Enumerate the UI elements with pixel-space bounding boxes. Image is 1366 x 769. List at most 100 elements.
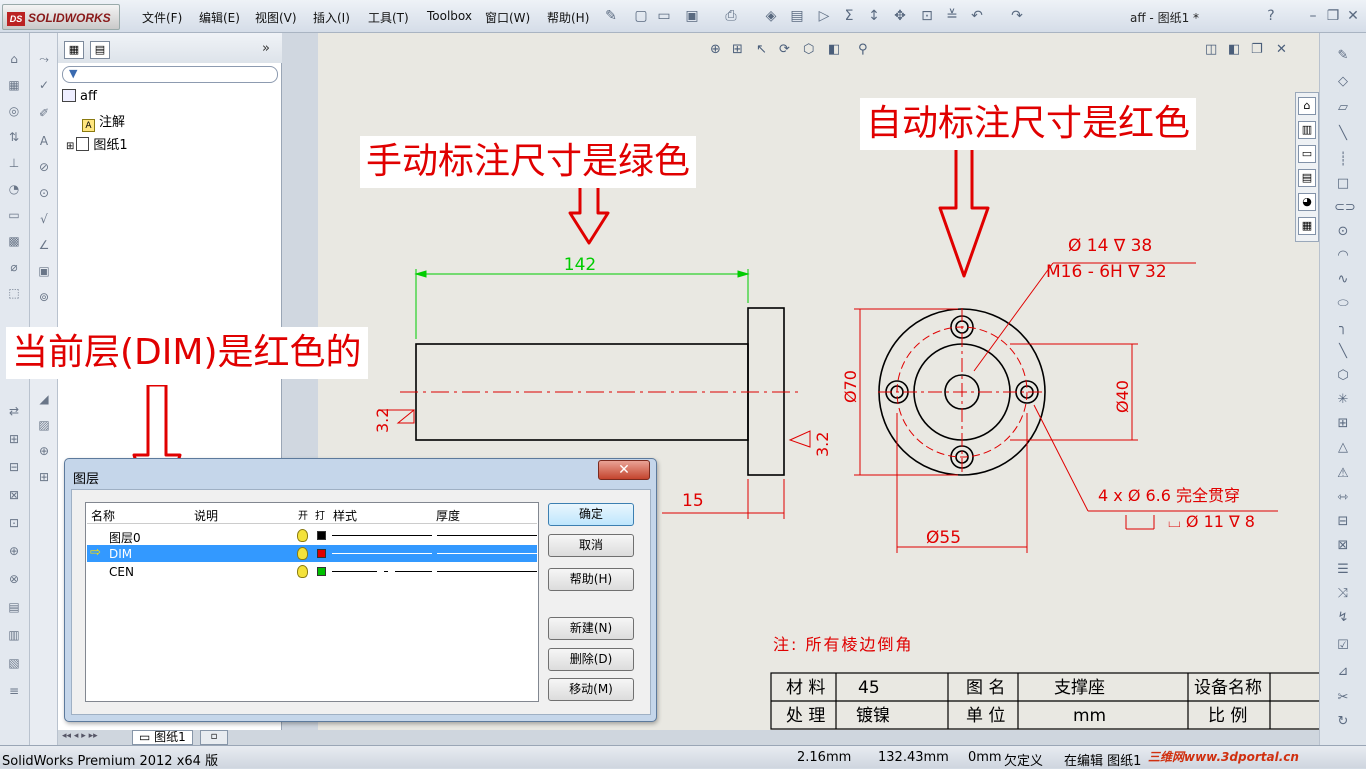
pan-icon[interactable]: ✥: [891, 7, 909, 25]
tool-icon[interactable]: ▩: [6, 233, 22, 249]
delete-layer-button[interactable]: 删除(D): [548, 648, 634, 671]
expand-icon[interactable]: ⊞: [66, 141, 74, 152]
tool-icon[interactable]: ◔: [6, 181, 22, 197]
column-description[interactable]: 说明: [194, 507, 218, 524]
slot-icon[interactable]: ⊂⊃: [1334, 199, 1356, 217]
column-thickness[interactable]: 厚度: [436, 507, 460, 524]
close-window-icon[interactable]: ✕: [1344, 7, 1362, 25]
spline-icon[interactable]: ∿: [1334, 271, 1352, 289]
tool-icon[interactable]: ▧: [6, 655, 22, 671]
tool-icon[interactable]: √: [36, 211, 52, 227]
rectangle-icon[interactable]: □: [1334, 175, 1352, 193]
tool-icon[interactable]: ◎: [6, 103, 22, 119]
layer-list[interactable]: 名称 说明 开 打 样式 厚度 图层0 ⇨ DIM CEN: [85, 502, 539, 702]
tool-icon[interactable]: ▣: [36, 263, 52, 279]
tool-icon[interactable]: ⊘: [36, 159, 52, 175]
tree-filter-input[interactable]: ▼: [62, 66, 278, 83]
resources-icon[interactable]: ▥: [1298, 121, 1316, 139]
tool-icon[interactable]: ⬚: [6, 285, 22, 301]
restore-icon[interactable]: ❐: [1324, 7, 1342, 25]
tool-icon[interactable]: ▨: [36, 417, 52, 433]
menu-edit[interactable]: 编辑(E): [199, 9, 240, 26]
column-on[interactable]: 开: [298, 507, 308, 522]
play-icon[interactable]: ▷: [815, 7, 833, 25]
tree-item-sheet[interactable]: ⊞ 图纸1: [66, 134, 128, 153]
tool-icon[interactable]: ⇄: [6, 403, 22, 419]
tool-icon[interactable]: ⊡: [6, 515, 22, 531]
tool-icon[interactable]: ▦: [6, 77, 22, 93]
dimension-icon[interactable]: ◇: [1334, 73, 1352, 91]
tool-icon[interactable]: ↯: [1334, 609, 1352, 627]
tool-icon[interactable]: ⊕: [6, 543, 22, 559]
menu-file[interactable]: 文件(F): [142, 9, 182, 26]
tool-icon[interactable]: ⊞: [36, 469, 52, 485]
tool-icon[interactable]: ⊕: [36, 443, 52, 459]
save-icon[interactable]: ▣: [683, 7, 701, 25]
bulb-icon[interactable]: [297, 529, 308, 542]
home-icon[interactable]: ⌂: [1298, 97, 1316, 115]
ellipse-icon[interactable]: ⬭: [1334, 295, 1352, 313]
property-tab-icon[interactable]: ▤: [90, 41, 110, 59]
tool-icon[interactable]: ⊠: [1334, 537, 1352, 555]
tool-icon[interactable]: ☑: [1334, 637, 1352, 655]
help-icon[interactable]: ?: [1262, 7, 1280, 25]
tool-icon[interactable]: ⊞: [1334, 415, 1352, 433]
tool-icon[interactable]: ▱: [1334, 99, 1352, 117]
tool-icon[interactable]: ▭: [6, 207, 22, 223]
tool-icon[interactable]: ✂: [1334, 689, 1352, 707]
tool-icon[interactable]: ⊞: [6, 431, 22, 447]
custom-properties-icon[interactable]: ▦: [1298, 217, 1316, 235]
menu-view[interactable]: 视图(V): [255, 9, 297, 26]
new-layer-button[interactable]: 新建(N): [548, 617, 634, 640]
menu-toolbox[interactable]: Toolbox: [427, 9, 472, 23]
bulb-icon[interactable]: [297, 565, 308, 578]
tool-icon[interactable]: ⊠: [6, 487, 22, 503]
layer-icon[interactable]: ≚: [943, 7, 961, 25]
tool-icon[interactable]: ⤳: [36, 51, 52, 67]
line-icon[interactable]: ╲: [1334, 125, 1352, 143]
tool-icon[interactable]: ⌀: [6, 259, 22, 275]
minimize-icon[interactable]: –: [1304, 7, 1322, 25]
tool-icon[interactable]: ▥: [6, 627, 22, 643]
expand-panel-icon[interactable]: »: [262, 41, 270, 56]
redo-icon[interactable]: ↷: [1008, 7, 1026, 25]
circle-icon[interactable]: ⊙: [1334, 223, 1352, 241]
feature-tree-tab-icon[interactable]: ▦: [64, 41, 84, 59]
cancel-button[interactable]: 取消: [548, 534, 634, 557]
solidworks-logo[interactable]: DS SOLIDWORKS: [2, 4, 120, 30]
appearance-icon[interactable]: ◕: [1298, 193, 1316, 211]
tree-root[interactable]: aff: [62, 89, 97, 104]
fillet-icon[interactable]: ╮: [1334, 319, 1352, 337]
centerline-icon[interactable]: ┊: [1334, 151, 1352, 169]
tool-icon[interactable]: ◢: [36, 391, 52, 407]
tool-icon[interactable]: ∠: [36, 237, 52, 253]
tool-icon[interactable]: ⊟: [1334, 513, 1352, 531]
tool-icon[interactable]: ⇅: [6, 129, 22, 145]
polygon-icon[interactable]: ⬡: [1334, 367, 1352, 385]
open-icon[interactable]: ▭: [655, 7, 673, 25]
rebuild-icon[interactable]: ◈: [762, 7, 780, 25]
column-style[interactable]: 样式: [333, 507, 357, 524]
pin-icon[interactable]: ✎: [602, 7, 620, 25]
tool-icon[interactable]: ⌂: [6, 51, 22, 67]
options-icon[interactable]: ▤: [788, 7, 806, 25]
select-icon[interactable]: ⊡: [918, 7, 936, 25]
tool-icon[interactable]: ≡: [6, 683, 22, 699]
tool-icon[interactable]: ⇿: [1334, 489, 1352, 507]
layer-row[interactable]: CEN: [87, 563, 537, 580]
tool-icon[interactable]: ▤: [6, 599, 22, 615]
tool-icon[interactable]: ⤨: [1334, 585, 1352, 603]
tool-icon[interactable]: ⊚: [36, 289, 52, 305]
tool-icon[interactable]: ⊿: [1334, 663, 1352, 681]
tab-nav-icons[interactable]: ◂◂ ◂ ▸ ▸▸: [62, 731, 98, 741]
menu-window[interactable]: 窗口(W): [485, 9, 530, 26]
menu-help[interactable]: 帮助(H): [547, 9, 589, 26]
tool-icon[interactable]: ↻: [1334, 713, 1352, 731]
tool-icon[interactable]: ⊟: [6, 459, 22, 475]
sum-icon[interactable]: Σ: [840, 7, 858, 25]
tool-icon[interactable]: ☰: [1334, 561, 1352, 579]
menu-tools[interactable]: 工具(T): [368, 9, 409, 26]
move-icon[interactable]: ↕: [865, 7, 883, 25]
tool-icon[interactable]: ✐: [36, 105, 52, 121]
tool-icon[interactable]: ⊙: [36, 185, 52, 201]
